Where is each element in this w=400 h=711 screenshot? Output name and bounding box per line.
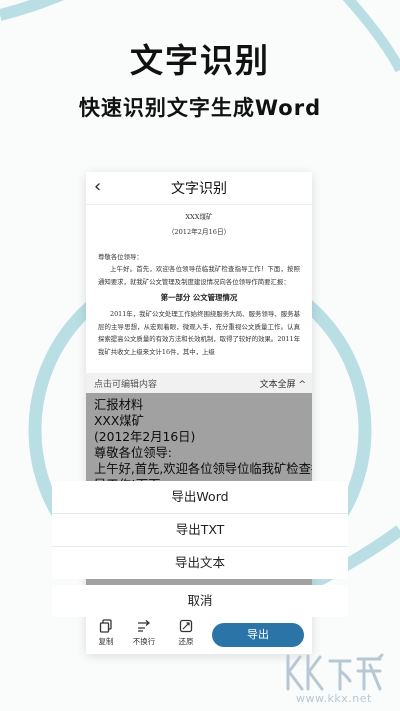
doc-date: （2012年2月16日） (167, 228, 231, 237)
banner-title: 文字识别 (130, 41, 270, 80)
doc-greeting: 尊敬各位领导： (98, 252, 143, 261)
export-txt-option[interactable]: 导出TXT (52, 514, 348, 547)
watermark-url: www.kkx.net (296, 692, 372, 705)
doc-section-heading: 第一部分 公文管理情况 (160, 293, 238, 303)
banner-subtitle: 快速识别文字生成Word (78, 96, 322, 120)
cancel-button[interactable]: 取消 (52, 585, 348, 617)
nav-bar: ‹ 文字识别 (86, 172, 312, 205)
no-wrap-button[interactable]: 不换行 (124, 619, 164, 647)
bottom-toolbar: 复制 不换行 还原 导出 (86, 611, 312, 654)
copy-label: 复制 (98, 637, 114, 646)
restore-button[interactable]: 还原 (166, 619, 206, 647)
restore-icon (179, 619, 193, 633)
document-preview: XXX煤矿 （2012年2月16日） 尊敬各位领导： 上午好。首先，欢迎各位领导… (86, 205, 312, 381)
no-wrap-icon (138, 620, 151, 632)
doc-org: XXX煤矿 (185, 213, 213, 221)
export-button[interactable]: 导出 (212, 623, 304, 647)
export-action-sheet: 导出Word 导出TXT 导出文本 取消 (52, 481, 348, 617)
copy-button[interactable]: 复制 (86, 619, 126, 647)
page-title: 文字识别 (171, 181, 227, 197)
restore-label: 还原 (178, 637, 194, 646)
edit-hint-bar: 点击可编辑内容 文本全屏 ^ (86, 373, 312, 393)
copy-icon (99, 619, 112, 633)
edit-hint: 点击可编辑内容 (94, 380, 158, 390)
doc-paragraph: 上午好。首先，欢迎各位领导莅临我矿检查指导工作！下面，按照通知要求，就我矿公文管… (98, 265, 300, 286)
doc-paragraph: 2011年，我矿公文处理工作始终围绕服务大局、服务领导、服务基层的主导思想，从宏… (98, 310, 300, 356)
fullscreen-text-toggle[interactable]: 文本全屏 ^ (260, 377, 306, 390)
export-text-option[interactable]: 导出文本 (52, 547, 348, 579)
no-wrap-label: 不换行 (132, 637, 156, 646)
export-word-option[interactable]: 导出Word (52, 481, 348, 514)
kkx-logo (286, 653, 384, 691)
